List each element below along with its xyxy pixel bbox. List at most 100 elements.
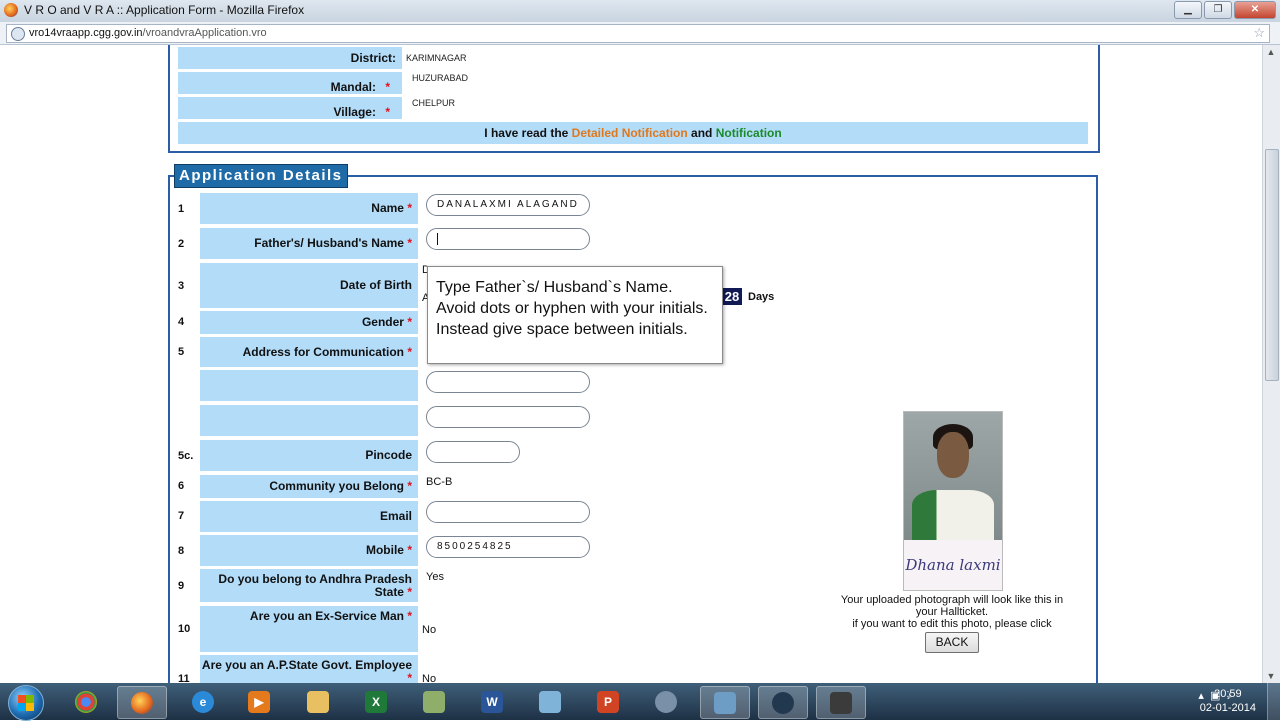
address-line2-input[interactable] [426, 371, 590, 393]
taskbar-media-player[interactable]: ▶ [235, 686, 283, 717]
dob-label: Date of Birth [200, 263, 418, 308]
row-number: 6 [178, 480, 185, 492]
ex-service-label: Are you an Ex-Service Man * [200, 606, 418, 652]
age-days-label: Days [748, 291, 775, 303]
recorder-icon [772, 692, 794, 714]
name-label: Name * [200, 193, 418, 224]
address-line2-label [200, 370, 418, 401]
address-line3-label [200, 405, 418, 436]
taskbar-chrome[interactable] [62, 686, 110, 717]
window-titlebar: V R O and V R A :: Application Form - Mo… [0, 0, 1280, 22]
ap-state-value: Yes [426, 571, 444, 583]
bookmark-star-icon[interactable]: ☆ [1253, 25, 1265, 41]
taskbar-powerpoint[interactable]: P [584, 686, 632, 717]
taskbar-app[interactable] [410, 686, 458, 717]
word-icon: W [481, 691, 503, 713]
start-button[interactable] [8, 685, 44, 721]
row-number: 11 [178, 673, 190, 683]
section-legend: Application Details [174, 164, 348, 188]
scroll-up-icon[interactable]: ▲ [1265, 47, 1277, 57]
show-desktop-button[interactable] [1267, 683, 1280, 720]
page-content: District: KARIMNAGAR Mandal: * HUZURABAD… [0, 45, 1262, 683]
scroll-down-icon[interactable]: ▼ [1265, 671, 1277, 681]
row-number: 2 [178, 238, 185, 250]
close-button[interactable]: ✕ [1234, 1, 1276, 19]
row-number: 1 [178, 203, 185, 215]
media-player-icon: ▶ [248, 691, 270, 713]
photo-caption: Your uploaded photograph will look like … [840, 594, 1064, 630]
chrome-icon [75, 691, 97, 713]
taskbar-excel[interactable]: X [352, 686, 400, 717]
mandal-value: HUZURABAD [412, 73, 469, 83]
url-domain: vro14vraapp.cgg.gov.in [29, 27, 143, 39]
row-number: 9 [178, 580, 185, 592]
firefox-icon [4, 3, 18, 17]
taskbar-camera[interactable] [816, 686, 866, 719]
village-value: CHELPUR [412, 98, 456, 108]
vertical-scrollbar[interactable]: ▲ ▼ [1262, 45, 1280, 683]
name-input[interactable]: DANALAXMI ALAGAND [426, 194, 590, 216]
site-identity-icon[interactable] [11, 27, 25, 41]
address-line3-input[interactable] [426, 406, 590, 428]
url-text: vro14vraapp.cgg.gov.in/vroandvraApplicat… [29, 27, 267, 39]
windows-taskbar: e ▶ X W P ▴ ▣ ♪ 20:59 02-01-2014 [0, 683, 1280, 721]
mobile-label: Mobile * [200, 535, 418, 566]
village-label: Village: * [178, 97, 402, 119]
father-name-input[interactable] [426, 228, 590, 250]
taskbar-recorder[interactable] [758, 686, 808, 719]
address-bar: vro14vraapp.cgg.gov.in/vroandvraApplicat… [0, 22, 1280, 45]
pincode-input[interactable] [426, 441, 520, 463]
row-number: 4 [178, 316, 185, 328]
camera-icon [830, 692, 852, 714]
email-label: Email [200, 501, 418, 532]
row-number: 5c. [178, 450, 194, 462]
age-days-value: 28 [722, 288, 742, 305]
address-label: Address for Communication * [200, 337, 418, 367]
father-name-label: Father's/ Husband's Name * [200, 228, 418, 259]
url-field[interactable]: vro14vraapp.cgg.gov.in/vroandvraApplicat… [6, 24, 1270, 43]
clock[interactable]: 20:59 02-01-2014 [1200, 687, 1256, 715]
taskbar-messenger[interactable] [642, 686, 690, 717]
taskbar-notes[interactable] [526, 686, 574, 717]
gender-label: Gender * [200, 311, 418, 334]
taskbar-word[interactable]: W [468, 686, 516, 717]
row-number: 7 [178, 510, 185, 522]
excel-icon: X [365, 691, 387, 713]
father-name-tooltip: Type Father`s/ Husband`s Name. Avoid dot… [427, 266, 723, 364]
row-number: 3 [178, 280, 185, 292]
restore-button[interactable]: ❐ [1204, 1, 1232, 19]
mandal-label: Mandal: * [178, 72, 402, 94]
district-label: District: [178, 47, 402, 69]
notification-notice: I have read the Detailed Notification an… [178, 122, 1088, 144]
row-number: 8 [178, 545, 185, 557]
ex-service-value: No [422, 624, 437, 636]
row-number: 10 [178, 623, 191, 635]
location-box: District: KARIMNAGAR Mandal: * HUZURABAD… [168, 45, 1100, 153]
row-number: 5 [178, 346, 185, 358]
ap-state-label: Do you belong to Andhra Pradesh State * [200, 569, 418, 602]
scrollbar-thumb[interactable] [1265, 149, 1279, 381]
clock-time: 20:59 [1214, 688, 1242, 700]
taskbar-window[interactable] [700, 686, 750, 719]
text-cursor [437, 233, 438, 245]
notes-icon [539, 691, 561, 713]
minimize-button[interactable]: ▁ [1174, 1, 1202, 19]
url-path: /vroandvraApplication.vro [142, 27, 267, 39]
window-icon [714, 692, 736, 714]
required-mark: * [385, 105, 390, 119]
messenger-icon [655, 691, 677, 713]
clock-date: 02-01-2014 [1199, 702, 1256, 714]
govt-employee-label: Are you an A.P.State Govt. Employee * [200, 655, 418, 683]
notification-link[interactable]: Notification [716, 126, 782, 140]
taskbar-ie[interactable]: e [179, 686, 227, 717]
mobile-input[interactable]: 8500254825 [426, 536, 590, 558]
applicant-photo: Dhana laxmi [903, 411, 1003, 591]
community-label: Community you Belong * [200, 475, 418, 498]
powerpoint-icon: P [597, 691, 619, 713]
detailed-notification-link[interactable]: Detailed Notification [572, 126, 688, 140]
taskbar-firefox[interactable] [117, 686, 167, 719]
email-input[interactable] [426, 501, 590, 523]
back-button[interactable]: BACK [925, 632, 979, 653]
taskbar-explorer[interactable] [294, 686, 342, 717]
district-value: KARIMNAGAR [406, 53, 467, 63]
